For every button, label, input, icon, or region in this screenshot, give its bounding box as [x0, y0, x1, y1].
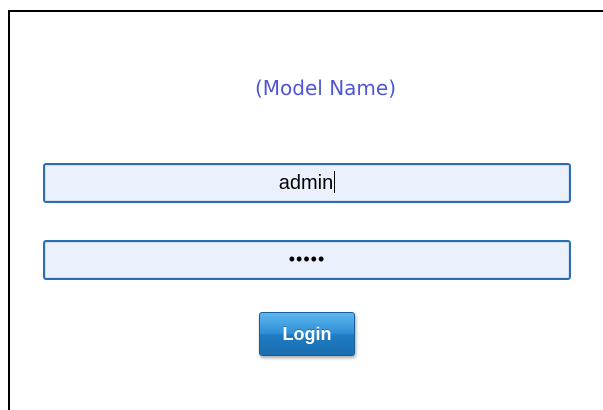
username-value: admin: [278, 172, 334, 194]
password-input[interactable]: •••••: [43, 240, 571, 280]
username-input[interactable]: admin: [43, 163, 571, 203]
text-caret: [334, 171, 336, 193]
password-masked-value: •••••: [288, 249, 326, 269]
login-button[interactable]: Login: [259, 312, 355, 356]
model-name-title: (Model Name): [254, 76, 396, 100]
